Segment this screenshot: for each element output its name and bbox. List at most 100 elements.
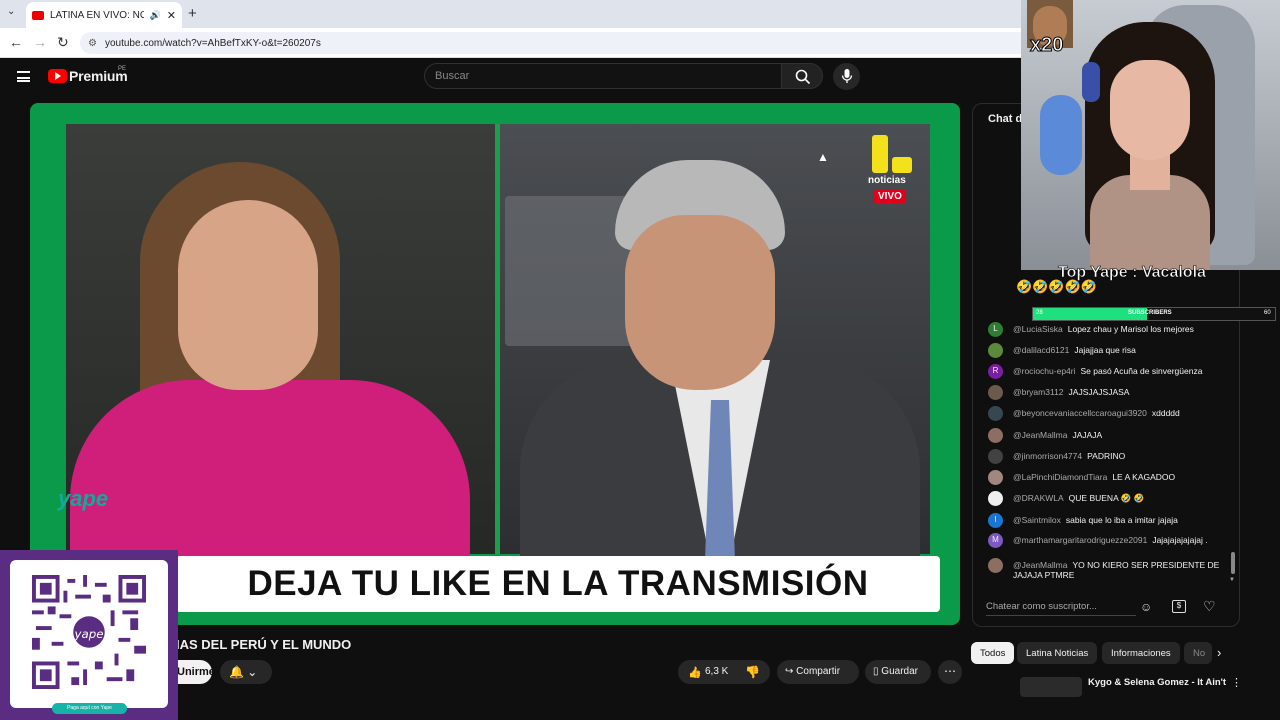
dislike-button[interactable]: 👎 <box>745 665 760 679</box>
chip-more[interactable]: No <box>1184 642 1212 664</box>
chat-author[interactable]: @dalilacd6121 <box>1013 345 1069 355</box>
headset-icon <box>1082 62 1100 102</box>
bookmark-icon: ▯ <box>873 666 879 677</box>
chat-message: L @LuciaSiska Lopez chau y Marisol los mej… <box>988 322 1228 337</box>
avatar[interactable] <box>988 385 1003 400</box>
share-button[interactable]: ↪ Compartir <box>777 660 859 684</box>
chat-author[interactable]: @LaPinchiDiamondTiara <box>1013 472 1107 482</box>
chat-author[interactable]: @JeanMallma <box>1013 560 1067 570</box>
avatar[interactable]: I <box>988 513 1003 528</box>
chat-text: QUE BUENA 🤣 🤣 <box>1068 493 1145 503</box>
chat-message: @JeanMallma YO NO KIERO SER PRESIDENTE DE… <box>988 558 1228 580</box>
reload-icon[interactable]: ↻ <box>57 34 69 51</box>
more-actions-button[interactable]: ⋯ <box>938 660 962 684</box>
site-info-icon[interactable]: ⚙ <box>88 38 97 49</box>
avatar[interactable]: L <box>988 322 1003 337</box>
back-icon[interactable]: ← <box>9 34 23 50</box>
subscriber-current: 28 <box>1036 310 1043 316</box>
chat-message-body: @LaPinchiDiamondTiara LE A KAGADOO <box>1013 472 1175 482</box>
chat-message: @JeanMallma JAJAJA <box>988 428 1228 443</box>
anchor-man-face <box>625 215 775 390</box>
chat-text: xddddd <box>1151 408 1180 418</box>
avatar[interactable] <box>988 343 1003 358</box>
chat-message-body: @LuciaSiska Lopez chau y Marisol los mejo… <box>1013 324 1194 334</box>
chat-author[interactable]: @Saintmilox <box>1013 515 1061 525</box>
notifications-button[interactable]: 🔔 ⌄ <box>220 660 272 684</box>
chat-scrollbar[interactable] <box>1231 552 1235 574</box>
avatar[interactable] <box>988 558 1003 573</box>
close-tab-icon[interactable]: ✕ <box>167 9 176 22</box>
scroll-down-icon[interactable]: ▼ <box>1229 577 1235 583</box>
yape-watermark: yape <box>58 486 109 511</box>
chat-message: @DRAKWLA QUE BUENA 🤣 🤣 <box>988 491 1228 506</box>
emoji-icon[interactable]: ☺ <box>1140 600 1152 614</box>
save-button[interactable]: ▯ Guardar <box>865 660 931 684</box>
like-count: 6,3 K <box>705 666 729 677</box>
avatar[interactable] <box>988 449 1003 464</box>
chat-message-body: @jinmorrison4774 PADRINO <box>1013 451 1125 461</box>
chat-text: JAJSJAJSJASA <box>1068 387 1130 397</box>
chat-author[interactable]: @LuciaSiska <box>1013 324 1063 334</box>
chat-message-body: @DRAKWLA QUE BUENA 🤣 🤣 <box>1013 493 1144 504</box>
chat-author[interactable]: @jinmorrison4774 <box>1013 451 1082 461</box>
avatar[interactable] <box>988 470 1003 485</box>
more-icon: ⋯ <box>944 664 956 678</box>
chat-message: @LaPinchiDiamondTiara LE A KAGADOO <box>988 470 1228 485</box>
chat-author[interactable]: @marthamargaritarodriguezze2091 <box>1013 535 1147 545</box>
chat-text: Lopez chau y Marisol los mejores <box>1067 324 1194 334</box>
chat-author[interactable]: @rociochu-ep4ri <box>1013 366 1076 376</box>
chat-text: PADRINO <box>1087 451 1126 461</box>
chevron-right-icon[interactable]: › <box>1217 645 1221 660</box>
forward-icon[interactable]: → <box>33 34 47 50</box>
bell-icon: 🔔 <box>229 665 244 679</box>
search-icon <box>795 69 811 85</box>
chat-message-body: @dalilacd6121 Jajajjaa que risa <box>1013 345 1136 355</box>
chat-message: @jinmorrison4774 PADRINO <box>988 449 1228 464</box>
chat-message: @beyoncevaniaccellccaroagui3920 xddddd <box>988 406 1228 421</box>
chat-author[interactable]: @JeanMallma <box>1013 430 1067 440</box>
chip-latina-noticias[interactable]: Latina Noticias <box>1017 642 1098 664</box>
avatar[interactable] <box>988 428 1003 443</box>
chat-text: JAJAJA <box>1072 430 1103 440</box>
heart-icon[interactable]: ♡ <box>1203 598 1216 615</box>
voice-search-button[interactable] <box>833 63 860 90</box>
youtube-logo-icon[interactable] <box>48 69 67 83</box>
thumbs-down-icon: 👎 <box>745 665 760 679</box>
address-bar[interactable]: ⚙ youtube.com/watch?v=AhBefTxKY-o&t=2602… <box>80 32 1080 54</box>
chat-message-body: @rociochu-ep4ri Se pasó Acuña de sinvergü… <box>1013 366 1202 376</box>
up-next-thumbnail[interactable] <box>1020 677 1082 697</box>
streamer-face <box>1110 60 1190 160</box>
chat-message-body: @bryam3112 JAJSJAJSJASA <box>1013 387 1129 397</box>
yape-qr-code: yape <box>32 575 146 689</box>
avatar[interactable] <box>988 406 1003 421</box>
chat-author[interactable]: @DRAKWLA <box>1013 493 1064 503</box>
chevron-down-icon: ⌄ <box>247 665 258 679</box>
chat-text: Jajajjaa que risa <box>1074 345 1136 355</box>
chat-text: Se pasó Acuña de sinvergüenza <box>1080 366 1203 376</box>
tab-search-icon[interactable]: ⌄ <box>7 6 15 17</box>
youtube-favicon-icon <box>32 10 44 20</box>
super-chat-icon[interactable]: $ <box>1172 600 1186 613</box>
chat-author[interactable]: @beyoncevaniaccellccaroagui3920 <box>1013 408 1147 418</box>
chat-input[interactable]: Chatear como suscriptor... <box>986 596 1136 616</box>
up-next-title[interactable]: Kygo & Selena Gomez - It Ain't <box>1088 677 1226 688</box>
search-input[interactable]: Buscar <box>424 63 782 89</box>
new-tab-button[interactable]: + <box>188 5 197 22</box>
browser-tab[interactable]: LATINA EN VIVO: NOTICIAS 🔊 ✕ <box>26 2 182 28</box>
subscriber-label: SUBSCRIBERS <box>1128 310 1172 316</box>
chip-informaciones[interactable]: Informaciones <box>1102 642 1180 664</box>
audio-playing-icon[interactable]: 🔊 <box>150 10 161 21</box>
chip-todos[interactable]: Todos <box>971 642 1015 664</box>
chat-message: M @marthamargaritarodriguezze2091 Jajajaja… <box>988 533 1228 548</box>
avatar[interactable]: M <box>988 533 1003 548</box>
avatar[interactable]: R <box>988 364 1003 379</box>
share-label: Compartir <box>796 666 841 677</box>
hamburger-menu-icon[interactable] <box>17 71 30 82</box>
avatar[interactable] <box>988 491 1003 506</box>
up-next-menu-icon[interactable]: ⋮ <box>1231 676 1242 689</box>
save-label: Guardar <box>881 666 918 677</box>
chat-author[interactable]: @bryam3112 <box>1013 387 1064 397</box>
search-button[interactable] <box>781 63 823 89</box>
share-icon: ↪ <box>785 666 794 677</box>
latina-logo-icon <box>872 135 912 173</box>
